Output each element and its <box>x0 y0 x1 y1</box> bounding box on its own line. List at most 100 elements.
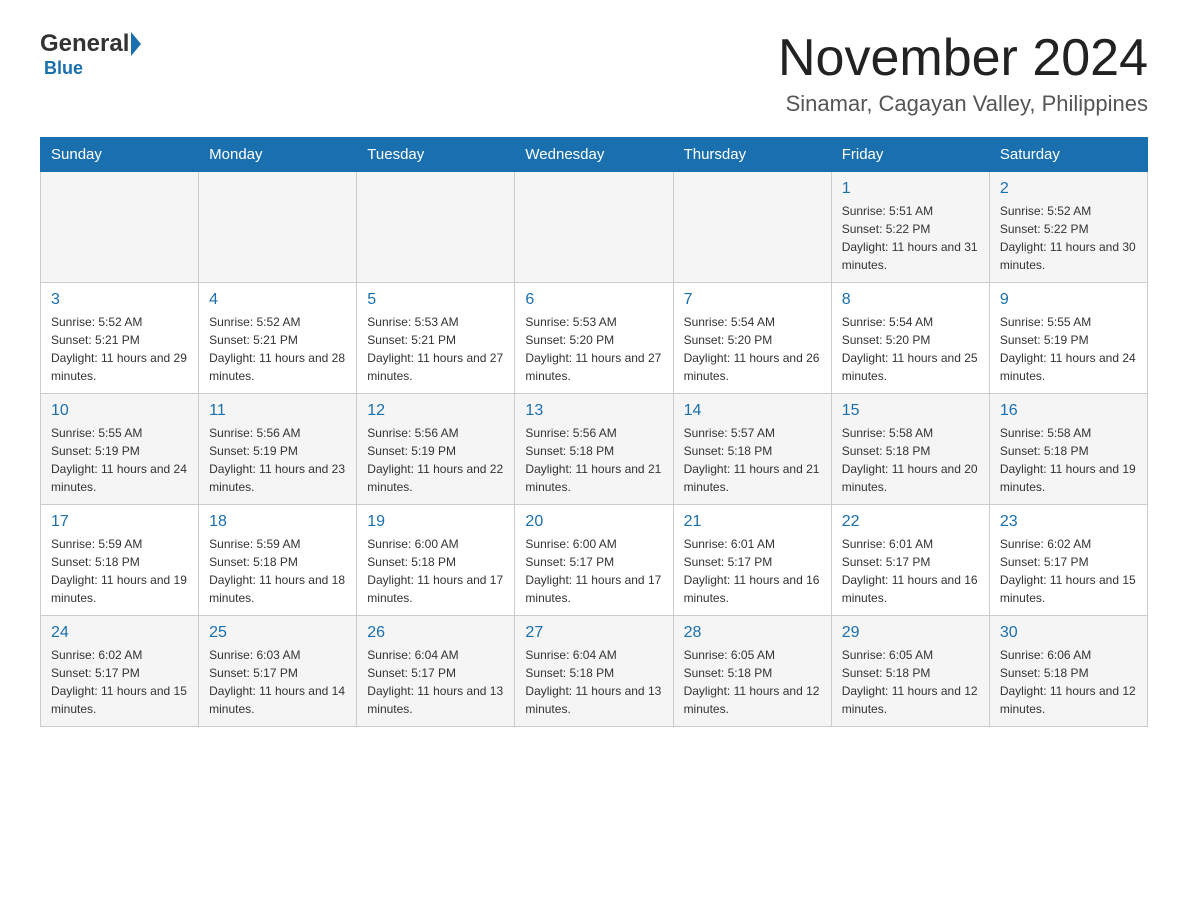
day-number: 27 <box>525 624 662 642</box>
col-header-friday: Friday <box>831 138 989 172</box>
col-header-thursday: Thursday <box>673 138 831 172</box>
day-info: Sunrise: 6:04 AMSunset: 5:17 PMDaylight:… <box>367 648 503 716</box>
calendar-header-row: SundayMondayTuesdayWednesdayThursdayFrid… <box>41 138 1148 172</box>
day-number: 4 <box>209 291 346 309</box>
day-cell <box>515 172 673 283</box>
day-info: Sunrise: 5:53 AMSunset: 5:21 PMDaylight:… <box>367 315 503 383</box>
calendar-table: SundayMondayTuesdayWednesdayThursdayFrid… <box>40 137 1148 727</box>
day-info: Sunrise: 5:54 AMSunset: 5:20 PMDaylight:… <box>842 315 978 383</box>
day-info: Sunrise: 6:02 AMSunset: 5:17 PMDaylight:… <box>1000 537 1136 605</box>
day-number: 5 <box>367 291 504 309</box>
day-cell: 16 Sunrise: 5:58 AMSunset: 5:18 PMDayligh… <box>989 394 1147 505</box>
day-cell: 28 Sunrise: 6:05 AMSunset: 5:18 PMDayligh… <box>673 616 831 727</box>
day-info: Sunrise: 5:56 AMSunset: 5:19 PMDaylight:… <box>209 426 345 494</box>
day-cell: 21 Sunrise: 6:01 AMSunset: 5:17 PMDayligh… <box>673 505 831 616</box>
day-cell: 8 Sunrise: 5:54 AMSunset: 5:20 PMDaylight… <box>831 283 989 394</box>
day-number: 1 <box>842 180 979 198</box>
week-row-1: 1Sunrise: 5:51 AMSunset: 5:22 PMDaylight… <box>41 172 1148 283</box>
page-subtitle: Sinamar, Cagayan Valley, Philippines <box>778 91 1148 117</box>
day-cell: 25Sunrise: 6:03 AMSunset: 5:17 PMDayligh… <box>199 616 357 727</box>
day-cell: 4 Sunrise: 5:52 AMSunset: 5:21 PMDaylight… <box>199 283 357 394</box>
day-number: 26 <box>367 624 504 642</box>
day-cell: 3Sunrise: 5:52 AMSunset: 5:21 PMDaylight… <box>41 283 199 394</box>
day-cell <box>199 172 357 283</box>
day-number: 28 <box>684 624 821 642</box>
day-cell <box>41 172 199 283</box>
day-cell: 14 Sunrise: 5:57 AMSunset: 5:18 PMDayligh… <box>673 394 831 505</box>
day-number: 24 <box>51 624 188 642</box>
day-info: Sunrise: 5:52 AMSunset: 5:22 PMDaylight:… <box>1000 204 1136 272</box>
day-cell: 23 Sunrise: 6:02 AMSunset: 5:17 PMDayligh… <box>989 505 1147 616</box>
day-cell: 20 Sunrise: 6:00 AMSunset: 5:17 PMDayligh… <box>515 505 673 616</box>
logo: General Blue <box>40 30 141 79</box>
day-cell: 13 Sunrise: 5:56 AMSunset: 5:18 PMDayligh… <box>515 394 673 505</box>
day-number: 20 <box>525 513 662 531</box>
day-number: 6 <box>525 291 662 309</box>
day-info: Sunrise: 5:57 AMSunset: 5:18 PMDaylight:… <box>684 426 820 494</box>
day-number: 13 <box>525 402 662 420</box>
day-info: Sunrise: 6:00 AMSunset: 5:18 PMDaylight:… <box>367 537 503 605</box>
day-cell: 29Sunrise: 6:05 AMSunset: 5:18 PMDayligh… <box>831 616 989 727</box>
day-cell: 15 Sunrise: 5:58 AMSunset: 5:18 PMDayligh… <box>831 394 989 505</box>
day-number: 17 <box>51 513 188 531</box>
week-row-4: 17 Sunrise: 5:59 AMSunset: 5:18 PMDayligh… <box>41 505 1148 616</box>
logo-sub-label: Blue <box>44 58 83 78</box>
day-number: 16 <box>1000 402 1137 420</box>
day-number: 25 <box>209 624 346 642</box>
day-cell: 7 Sunrise: 5:54 AMSunset: 5:20 PMDaylight… <box>673 283 831 394</box>
col-header-monday: Monday <box>199 138 357 172</box>
day-info: Sunrise: 5:53 AMSunset: 5:20 PMDaylight:… <box>525 315 661 383</box>
day-cell: 6 Sunrise: 5:53 AMSunset: 5:20 PMDaylight… <box>515 283 673 394</box>
logo-general: General <box>40 30 129 58</box>
page-header: General Blue November 2024 Sinamar, Caga… <box>40 30 1148 117</box>
day-cell: 10Sunrise: 5:55 AMSunset: 5:19 PMDayligh… <box>41 394 199 505</box>
day-cell: 27 Sunrise: 6:04 AMSunset: 5:18 PMDayligh… <box>515 616 673 727</box>
page-title: November 2024 <box>778 30 1148 87</box>
day-cell: 1Sunrise: 5:51 AMSunset: 5:22 PMDaylight… <box>831 172 989 283</box>
col-header-wednesday: Wednesday <box>515 138 673 172</box>
week-row-3: 10Sunrise: 5:55 AMSunset: 5:19 PMDayligh… <box>41 394 1148 505</box>
day-number: 8 <box>842 291 979 309</box>
col-header-sunday: Sunday <box>41 138 199 172</box>
day-cell: 19Sunrise: 6:00 AMSunset: 5:18 PMDayligh… <box>357 505 515 616</box>
day-cell: 22 Sunrise: 6:01 AMSunset: 5:17 PMDayligh… <box>831 505 989 616</box>
day-number: 22 <box>842 513 979 531</box>
day-cell: 17 Sunrise: 5:59 AMSunset: 5:18 PMDayligh… <box>41 505 199 616</box>
logo-text: General <box>40 30 141 58</box>
day-number: 11 <box>209 402 346 420</box>
day-number: 3 <box>51 291 188 309</box>
day-info: Sunrise: 6:01 AMSunset: 5:17 PMDaylight:… <box>842 537 978 605</box>
day-number: 9 <box>1000 291 1137 309</box>
day-number: 14 <box>684 402 821 420</box>
day-info: Sunrise: 6:05 AMSunset: 5:18 PMDaylight:… <box>684 648 820 716</box>
day-info: Sunrise: 6:00 AMSunset: 5:17 PMDaylight:… <box>525 537 661 605</box>
day-number: 15 <box>842 402 979 420</box>
day-info: Sunrise: 5:59 AMSunset: 5:18 PMDaylight:… <box>209 537 345 605</box>
day-info: Sunrise: 6:01 AMSunset: 5:17 PMDaylight:… <box>684 537 820 605</box>
day-info: Sunrise: 5:59 AMSunset: 5:18 PMDaylight:… <box>51 537 187 605</box>
day-info: Sunrise: 6:06 AMSunset: 5:18 PMDaylight:… <box>1000 648 1136 716</box>
day-cell: 2 Sunrise: 5:52 AMSunset: 5:22 PMDaylight… <box>989 172 1147 283</box>
day-number: 10 <box>51 402 188 420</box>
day-number: 21 <box>684 513 821 531</box>
day-info: Sunrise: 6:04 AMSunset: 5:18 PMDaylight:… <box>525 648 661 716</box>
day-info: Sunrise: 5:52 AMSunset: 5:21 PMDaylight:… <box>209 315 345 383</box>
logo-blue-text: Blue <box>40 58 83 79</box>
day-info: Sunrise: 5:58 AMSunset: 5:18 PMDaylight:… <box>842 426 978 494</box>
day-number: 30 <box>1000 624 1137 642</box>
day-number: 23 <box>1000 513 1137 531</box>
day-cell: 26 Sunrise: 6:04 AMSunset: 5:17 PMDayligh… <box>357 616 515 727</box>
day-cell: 5 Sunrise: 5:53 AMSunset: 5:21 PMDaylight… <box>357 283 515 394</box>
day-number: 2 <box>1000 180 1137 198</box>
col-header-tuesday: Tuesday <box>357 138 515 172</box>
col-header-saturday: Saturday <box>989 138 1147 172</box>
day-info: Sunrise: 5:58 AMSunset: 5:18 PMDaylight:… <box>1000 426 1136 494</box>
day-info: Sunrise: 5:54 AMSunset: 5:20 PMDaylight:… <box>684 315 820 383</box>
day-info: Sunrise: 5:56 AMSunset: 5:18 PMDaylight:… <box>525 426 661 494</box>
day-cell: 24Sunrise: 6:02 AMSunset: 5:17 PMDayligh… <box>41 616 199 727</box>
day-cell <box>673 172 831 283</box>
week-row-5: 24Sunrise: 6:02 AMSunset: 5:17 PMDayligh… <box>41 616 1148 727</box>
day-info: Sunrise: 6:05 AMSunset: 5:18 PMDaylight:… <box>842 648 978 716</box>
day-cell: 9Sunrise: 5:55 AMSunset: 5:19 PMDaylight… <box>989 283 1147 394</box>
day-number: 7 <box>684 291 821 309</box>
